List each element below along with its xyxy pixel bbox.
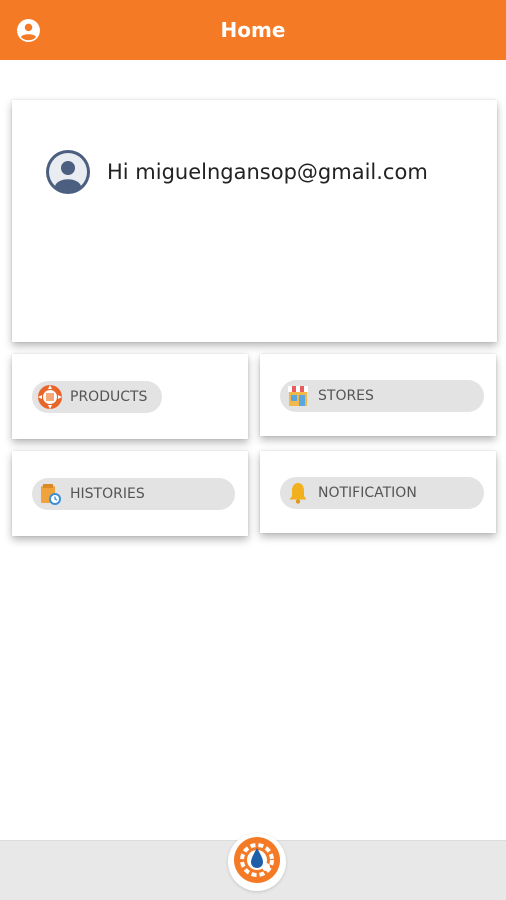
notification-label: NOTIFICATION bbox=[318, 485, 417, 501]
user-avatar-icon bbox=[46, 150, 90, 194]
app-logo-button[interactable] bbox=[228, 833, 286, 891]
products-icon bbox=[36, 383, 64, 411]
histories-label: HISTORIES bbox=[70, 486, 145, 502]
products-label: PRODUCTS bbox=[70, 389, 148, 405]
histories-tile[interactable]: HISTORIES bbox=[12, 451, 248, 536]
stores-tile[interactable]: STORES bbox=[260, 354, 496, 436]
app-bar: Home bbox=[0, 0, 506, 60]
histories-button[interactable]: HISTORIES bbox=[32, 478, 235, 510]
greeting-text: Hi miguelngansop@gmail.com bbox=[107, 160, 428, 184]
bell-icon bbox=[284, 479, 312, 507]
stores-button[interactable]: STORES bbox=[280, 380, 484, 412]
notification-button[interactable]: NOTIFICATION bbox=[280, 477, 484, 509]
stores-label: STORES bbox=[318, 388, 374, 404]
products-tile[interactable]: PRODUCTS bbox=[12, 354, 248, 439]
store-icon bbox=[284, 382, 312, 410]
history-icon bbox=[36, 480, 64, 508]
notification-tile[interactable]: NOTIFICATION bbox=[260, 451, 496, 533]
profile-card: Hi miguelngansop@gmail.com bbox=[12, 100, 497, 342]
products-button[interactable]: PRODUCTS bbox=[32, 381, 162, 413]
page-title: Home bbox=[220, 18, 286, 42]
app-logo-icon bbox=[233, 836, 281, 888]
account-circle-icon[interactable] bbox=[16, 18, 41, 43]
